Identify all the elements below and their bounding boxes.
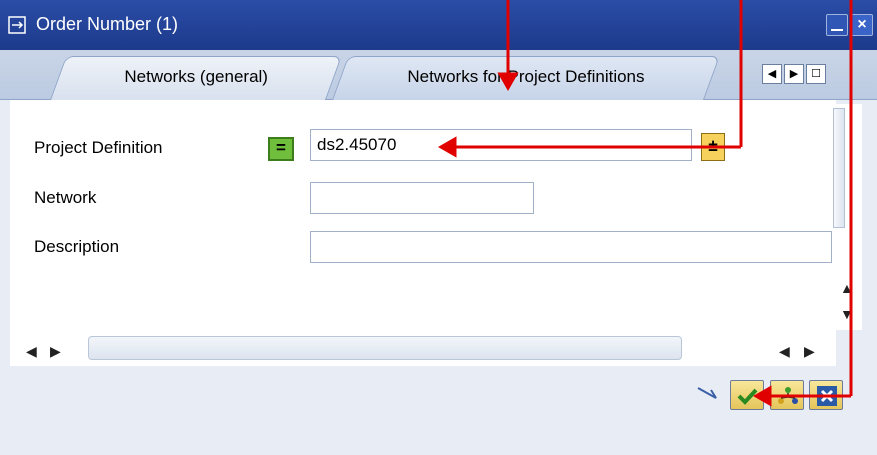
minimize-button[interactable] — [826, 14, 848, 36]
project-definition-input[interactable]: ds2.45070 — [310, 129, 692, 161]
checkmark-icon — [737, 388, 758, 405]
hierarchy-icon — [778, 387, 798, 404]
project-definition-label: Project Definition — [34, 138, 163, 157]
tab-prev-icon[interactable]: ◀ — [762, 64, 782, 84]
vertical-scroll-thumb[interactable] — [833, 108, 845, 228]
description-input[interactable] — [310, 231, 832, 263]
network-label: Network — [34, 188, 97, 207]
cancel-icon — [817, 386, 837, 406]
scroll-left-icon-2[interactable]: ◀ — [779, 343, 790, 360]
tab-networks-general[interactable]: Networks (general) — [49, 56, 343, 100]
window-title: Order Number (1) — [36, 14, 179, 34]
tab-list-icon[interactable]: ☐ — [806, 64, 826, 84]
horizontal-scroll-thumb[interactable] — [88, 336, 682, 360]
ok-button[interactable] — [730, 380, 764, 410]
description-label: Description — [34, 237, 120, 256]
equals-button[interactable]: = — [268, 137, 294, 161]
scroll-right-icon-2[interactable]: ▶ — [804, 343, 815, 360]
network-input[interactable] — [310, 182, 534, 214]
tab-strip: Networks (general) Networks for Project … — [0, 50, 877, 100]
cancel-button[interactable] — [809, 380, 843, 410]
window-icon — [8, 16, 26, 34]
scroll-left-icon[interactable]: ◀ — [26, 343, 37, 360]
window-titlebar: Order Number (1) × — [0, 0, 877, 50]
hierarchy-button[interactable] — [770, 380, 804, 410]
scroll-right-icon[interactable]: ▶ — [50, 343, 61, 360]
scroll-down-icon[interactable]: ▼ — [840, 306, 854, 322]
value-help-button[interactable]: ± — [701, 133, 725, 161]
tab-networks-project-definitions[interactable]: Networks for Project Definitions — [331, 56, 721, 100]
close-button[interactable]: × — [851, 14, 873, 36]
tab-next-icon[interactable]: ▶ — [784, 64, 804, 84]
scroll-up-icon[interactable]: ▲ — [840, 280, 854, 296]
